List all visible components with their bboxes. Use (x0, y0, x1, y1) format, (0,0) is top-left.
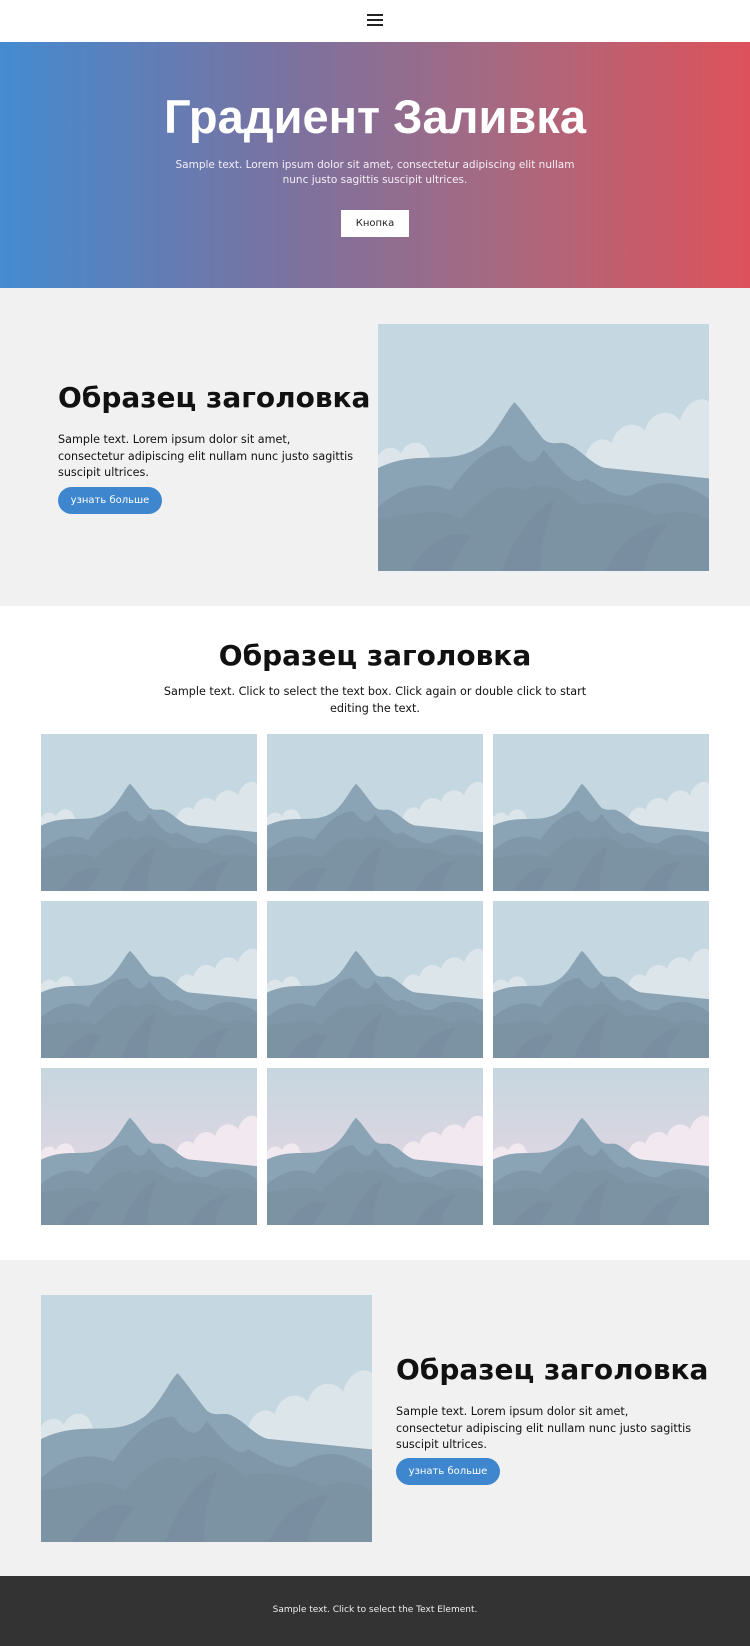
gallery-image[interactable] (493, 1068, 709, 1225)
image-gallery (41, 734, 709, 1225)
feature-title: Образец заголовка (396, 1353, 709, 1386)
menu-line (367, 14, 383, 16)
menu-line (367, 24, 383, 26)
hamburger-menu-icon[interactable] (367, 14, 383, 26)
learn-more-button[interactable]: узнать больше (396, 1458, 500, 1485)
gallery-image[interactable] (267, 1068, 483, 1225)
gallery-image[interactable] (267, 901, 483, 1058)
feature-section-left: Образец заголовка Sample text. Lorem ips… (0, 288, 750, 606)
gallery-image[interactable] (267, 734, 483, 891)
feature-section-right: Образец заголовка Sample text. Lorem ips… (0, 1260, 750, 1576)
hero-title: Градиент Заливка (164, 90, 586, 143)
mountain-landscape-image (378, 324, 709, 571)
gallery-text: Sample text. Click to select the text bo… (163, 685, 587, 715)
menu-line (367, 19, 383, 21)
feature-text: Sample text. Lorem ipsum dolor sit amet,… (58, 433, 354, 479)
hero-button[interactable]: Кнопка (341, 210, 409, 237)
gallery-image[interactable] (493, 734, 709, 891)
gallery-image[interactable] (41, 1068, 257, 1225)
gallery-image[interactable] (41, 734, 257, 891)
top-bar (0, 0, 750, 42)
feature-title: Образец заголовка (58, 381, 371, 414)
feature-text: Sample text. Lorem ipsum dolor sit amet,… (396, 1405, 692, 1451)
gallery-image[interactable] (493, 901, 709, 1058)
gallery-image[interactable] (41, 901, 257, 1058)
hero-text: Sample text. Lorem ipsum dolor sit amet,… (175, 159, 575, 186)
footer: Sample text. Click to select the Text El… (0, 1576, 750, 1646)
learn-more-button[interactable]: узнать больше (58, 487, 162, 514)
gallery-title: Образец заголовка (218, 639, 532, 672)
footer-text[interactable]: Sample text. Click to select the Text El… (0, 1604, 750, 1616)
hero-section: Градиент Заливка Sample text. Lorem ipsu… (0, 42, 750, 288)
mountain-landscape-image (41, 1295, 372, 1542)
gallery-section: Образец заголовка Sample text. Click to … (0, 606, 750, 1260)
